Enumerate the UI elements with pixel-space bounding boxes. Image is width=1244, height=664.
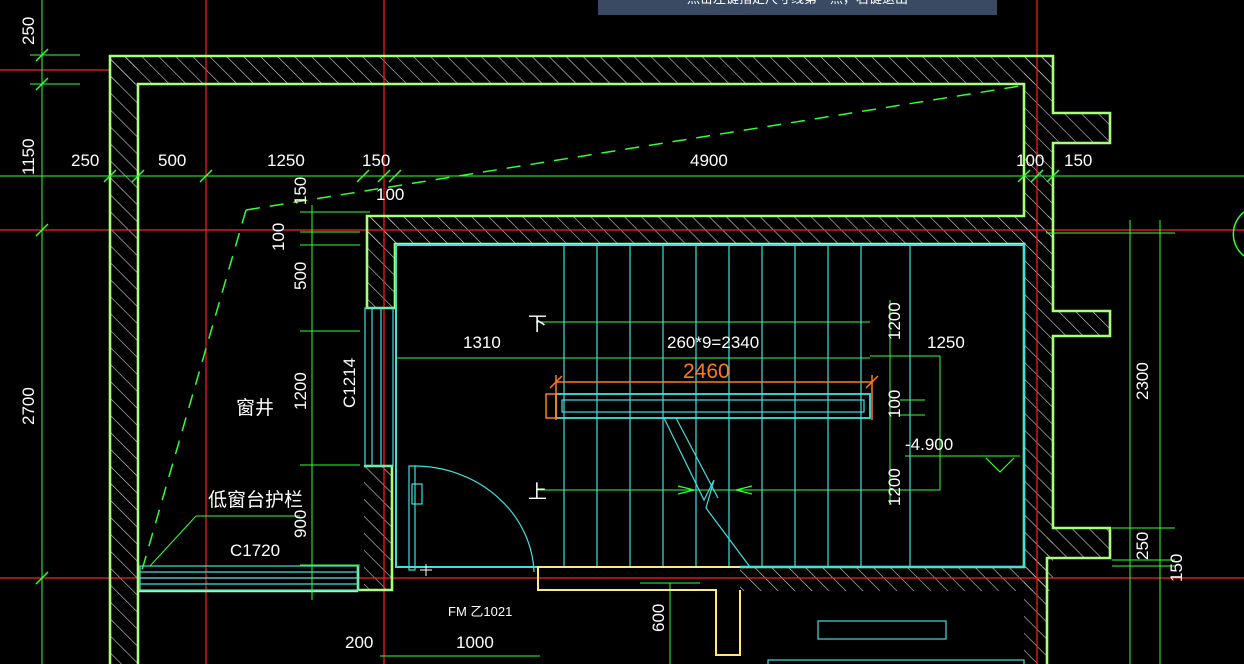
dim-inner-100: 100 bbox=[269, 223, 288, 251]
dim-inner-500: 500 bbox=[291, 262, 310, 290]
wall-hatch-group bbox=[110, 56, 1111, 664]
dim-top-250: 250 bbox=[71, 151, 99, 170]
dim-200: 200 bbox=[345, 633, 373, 652]
dim-left-1150: 1150 bbox=[19, 138, 38, 175]
label-stair-up: 上 bbox=[528, 481, 547, 503]
dim-100: 100 bbox=[376, 185, 404, 204]
label-window-well: 窗井 bbox=[236, 397, 274, 419]
highlight-dim-2460: 2460 bbox=[683, 360, 730, 383]
label-stair-down: 下 bbox=[528, 313, 547, 335]
crosshair-cursor-icon bbox=[420, 564, 432, 576]
dim-top-4900: 4900 bbox=[690, 151, 728, 170]
label-window-c1214: C1214 bbox=[340, 358, 359, 408]
dim-260x9: 260*9=2340 bbox=[667, 333, 759, 352]
dim-left-250: 250 bbox=[19, 17, 38, 45]
floor-plan-drawing[interactable]: 250 500 1250 150 4900 100 150 250 1150 2… bbox=[0, 0, 1244, 664]
cad-viewport[interactable]: 250 500 1250 150 4900 100 150 250 1150 2… bbox=[0, 0, 1244, 664]
dim-inner-900: 900 bbox=[291, 510, 310, 538]
door-fm bbox=[408, 465, 741, 656]
label-door-fm: FM 乙1021 bbox=[448, 604, 512, 619]
dimension-ticks bbox=[35, 48, 1060, 585]
dim-top-150: 150 bbox=[362, 151, 390, 170]
dim-top-100: 100 bbox=[1016, 151, 1044, 170]
label-window-c1720: C1720 bbox=[230, 541, 280, 560]
dim-150-right: 150 bbox=[1167, 554, 1186, 582]
dim-100-landing: 100 bbox=[885, 390, 904, 418]
label-low-sill-guard: 低窗台护栏 bbox=[208, 489, 303, 511]
dim-top-1250: 1250 bbox=[267, 151, 305, 170]
command-prompt-bar: 点击左键指定尺寸线第一点，右键退出 bbox=[598, 0, 997, 15]
dim-left-2700: 2700 bbox=[19, 387, 38, 425]
dim-2300: 2300 bbox=[1133, 362, 1152, 400]
triangle-elevation-icon bbox=[985, 457, 1015, 473]
dim-1310: 1310 bbox=[463, 333, 501, 352]
axis-bubble-icon bbox=[1232, 211, 1244, 257]
dim-1250: 1250 bbox=[927, 333, 965, 352]
dim-250-right: 250 bbox=[1133, 532, 1152, 560]
dim-600: 600 bbox=[649, 604, 668, 632]
dim-1200-lower: 1200 bbox=[885, 468, 904, 506]
dim-top-500: 500 bbox=[158, 151, 186, 170]
dim-1200-upper: 1200 bbox=[885, 302, 904, 340]
command-prompt-text: 点击左键指定尺寸线第一点，右键退出 bbox=[598, 0, 997, 8]
dim-top-150b: 150 bbox=[1064, 151, 1092, 170]
dim-inner-150: 150 bbox=[291, 177, 310, 205]
stair-flights bbox=[395, 244, 1025, 568]
label-elevation: -4.900 bbox=[905, 435, 953, 454]
dim-1000: 1000 bbox=[456, 633, 494, 652]
dim-inner-1200: 1200 bbox=[291, 372, 310, 410]
